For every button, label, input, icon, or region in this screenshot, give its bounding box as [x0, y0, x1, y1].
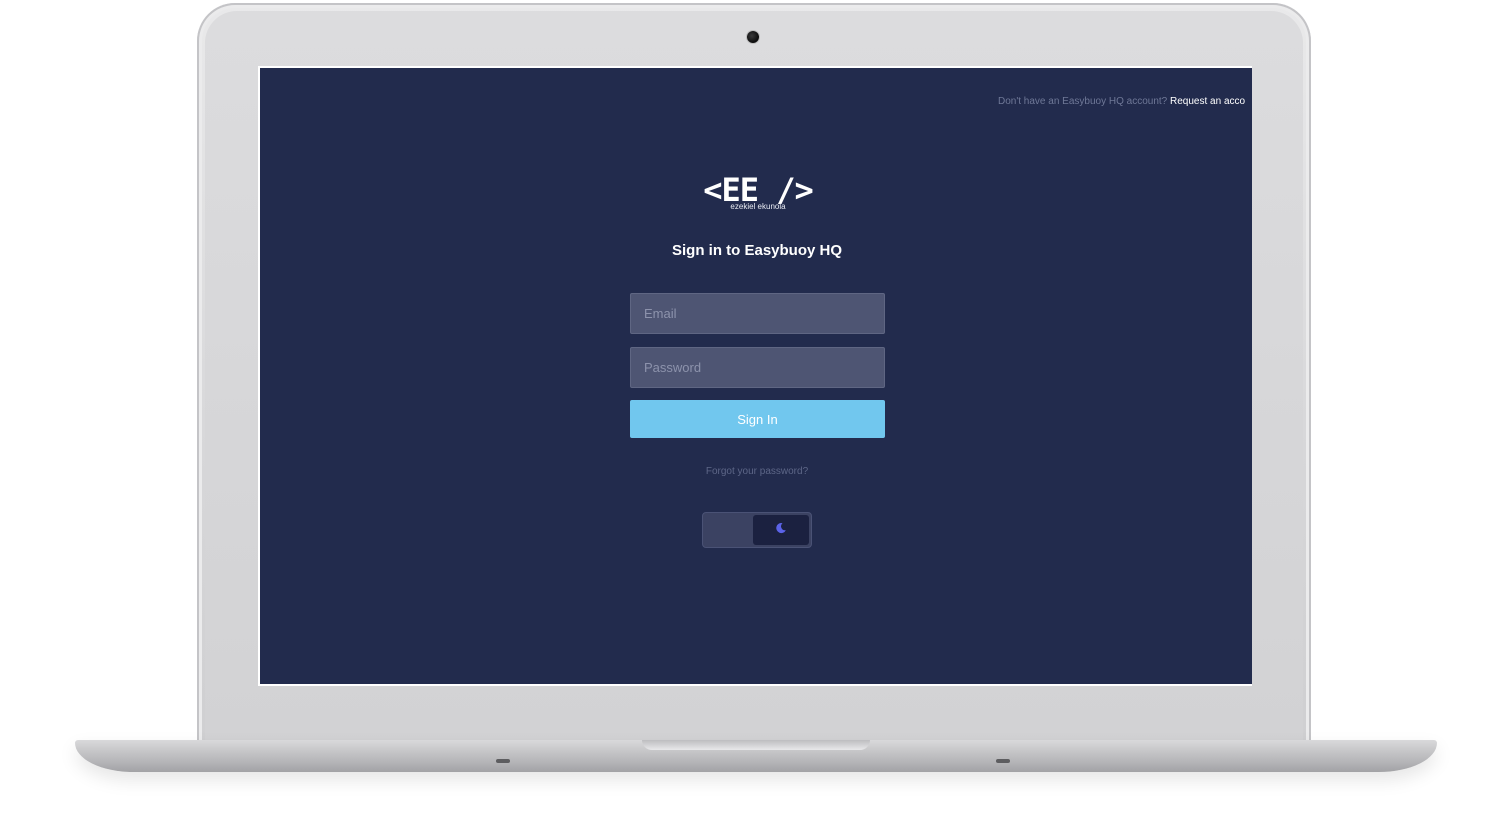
- logo: <EE /> ezekiel ekunola: [703, 174, 814, 211]
- theme-toggle[interactable]: [702, 512, 812, 548]
- signup-prompt-text: Don't have an Easybuoy HQ account?: [998, 96, 1168, 107]
- password-field[interactable]: [630, 347, 885, 388]
- camera-icon: [747, 31, 759, 43]
- moon-icon: [775, 521, 787, 539]
- forgot-password-link[interactable]: Forgot your password?: [260, 466, 1252, 477]
- login-screen: Don't have an Easybuoy HQ account? Reque…: [258, 66, 1252, 686]
- page-title: Sign in to Easybuoy HQ: [671, 242, 843, 259]
- device-mockup: Don't have an Easybuoy HQ account? Reque…: [0, 0, 1509, 815]
- request-account-link[interactable]: Request an acco: [1170, 96, 1245, 107]
- email-field[interactable]: [630, 293, 885, 334]
- laptop-foot-left: [496, 759, 510, 763]
- signup-prompt: Don't have an Easybuoy HQ account? Reque…: [998, 96, 1245, 107]
- sign-in-button[interactable]: Sign In: [630, 400, 885, 438]
- laptop-foot-right: [996, 759, 1010, 763]
- laptop-notch: [642, 740, 870, 750]
- laptop-base: [75, 740, 1437, 772]
- toggle-knob: [753, 515, 809, 545]
